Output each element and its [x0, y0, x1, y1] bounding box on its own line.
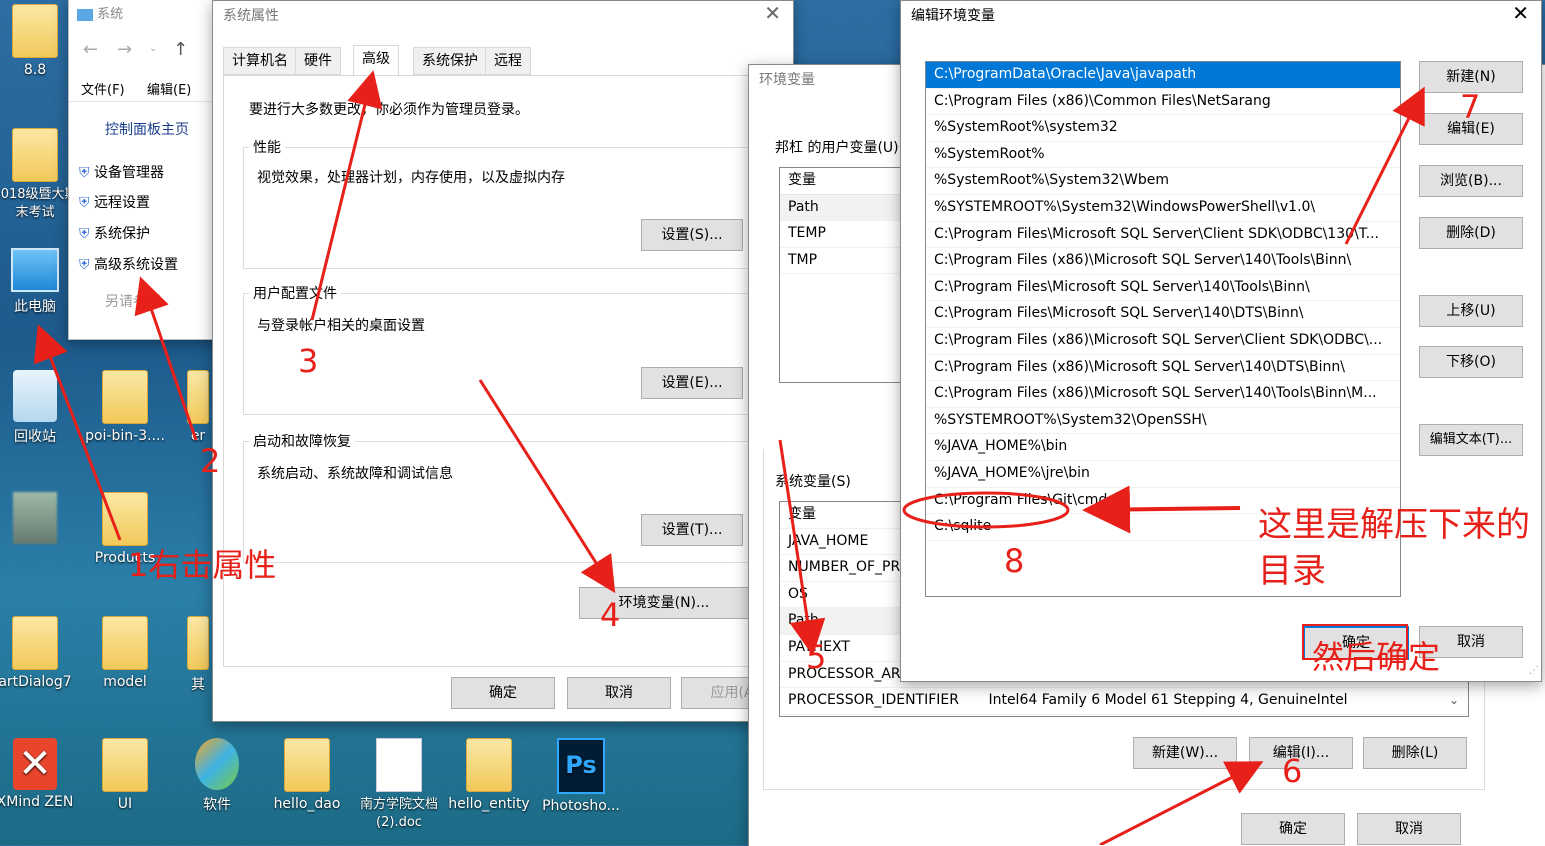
arrow-4: [478, 379, 616, 594]
annotation-step-2: 2: [200, 442, 221, 480]
annotation-step-1: 1右击属性: [128, 546, 277, 584]
arrow-2: [134, 276, 198, 441]
annotation-arrows: [33, 70, 1425, 845]
annotation-step-6: 6: [1282, 752, 1303, 790]
arrow-5: [778, 439, 826, 656]
arrow-1: [33, 324, 122, 541]
arrow-3: [310, 70, 383, 321]
arrow-7: [1344, 86, 1425, 245]
annotation-note: 这里是解压下来的目录: [1258, 505, 1530, 591]
annotation-step-4: 4: [600, 596, 621, 634]
annotation-step-5: 5: [806, 638, 827, 676]
arrow-6: [1099, 761, 1264, 845]
annotation-step-7: 7: [1460, 88, 1481, 126]
highlight-ellipse: [902, 491, 1070, 529]
arrow-8: [1082, 485, 1241, 534]
annotation-then-ok: 然后确定: [1312, 638, 1441, 676]
annotation-step-3: 3: [298, 342, 319, 380]
annotation-step-8: 8: [1004, 542, 1025, 580]
